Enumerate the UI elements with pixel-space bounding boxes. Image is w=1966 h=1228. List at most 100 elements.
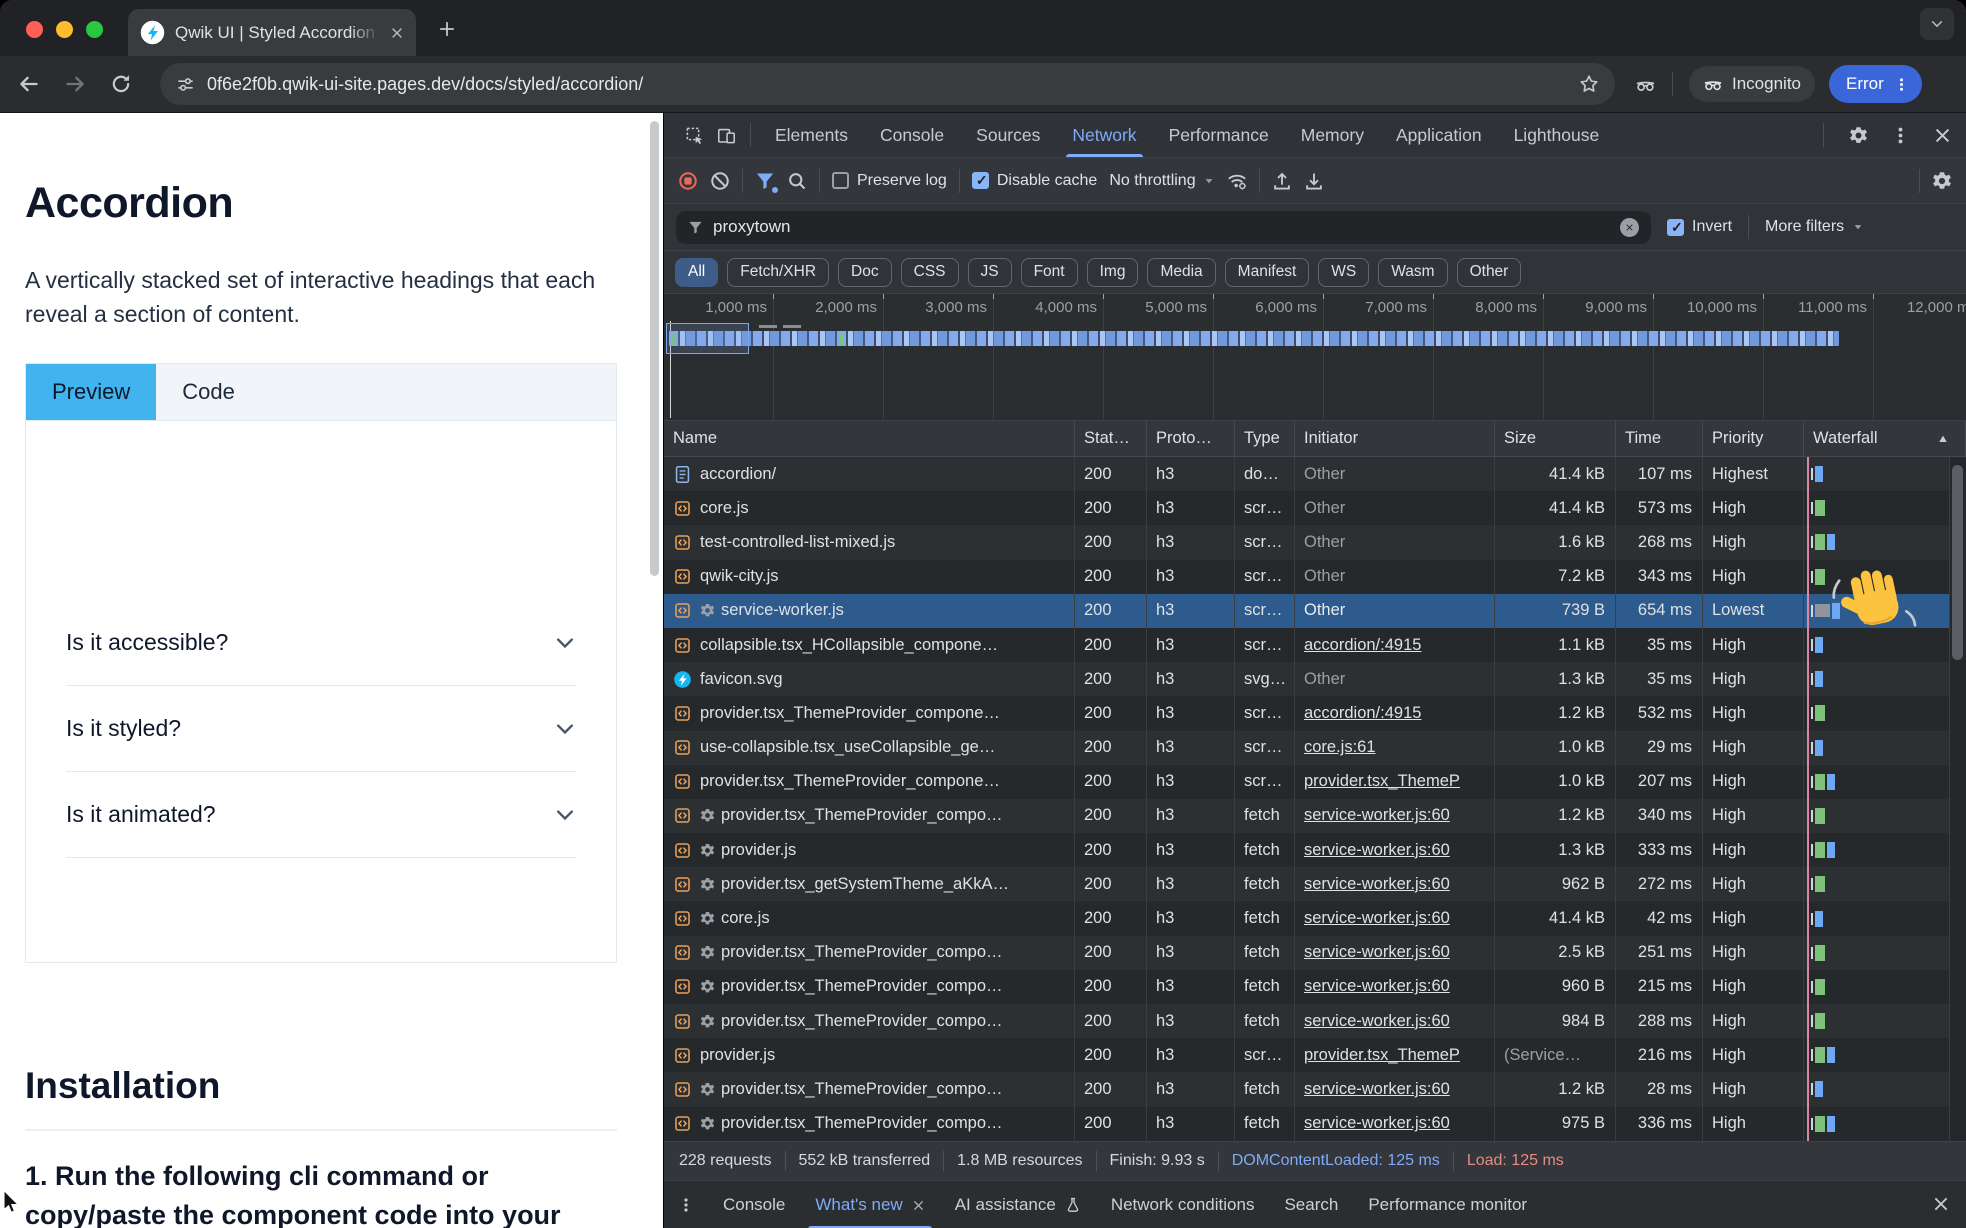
devtools-tab-sources[interactable]: Sources xyxy=(960,113,1056,157)
more-filters-dropdown[interactable]: More filters xyxy=(1765,218,1864,236)
filter-chip-font[interactable]: Font xyxy=(1021,258,1078,287)
network-request-row[interactable]: accordion/200h3do…Other41.4 kB107 msHigh… xyxy=(664,457,1966,491)
filter-chip-img[interactable]: Img xyxy=(1087,258,1139,287)
filter-chip-wasm[interactable]: Wasm xyxy=(1378,258,1447,287)
search-network-button[interactable] xyxy=(787,171,807,191)
maximize-window-button[interactable] xyxy=(86,21,103,38)
network-request-row[interactable]: favicon.svg200h3svg…Other1.3 kB35 msHigh xyxy=(664,662,1966,696)
filter-toggle-button[interactable] xyxy=(755,171,775,191)
network-request-row[interactable]: provider.js200h3fetchservice-worker.js:6… xyxy=(664,833,1966,867)
site-settings-icon[interactable] xyxy=(176,75,195,94)
page-scrollbar-thumb[interactable] xyxy=(650,121,659,576)
disable-cache-checkbox[interactable] xyxy=(972,172,989,189)
forward-button[interactable] xyxy=(64,73,86,95)
request-initiator[interactable]: provider.tsx_ThemeP xyxy=(1304,772,1460,791)
request-initiator[interactable]: service-worker.js:60 xyxy=(1304,909,1450,928)
network-request-row[interactable]: provider.tsx_ThemeProvider_compo…200h3fe… xyxy=(664,1107,1966,1141)
column-header-time[interactable]: Time xyxy=(1616,421,1703,456)
filter-chip-fetch-xhr[interactable]: Fetch/XHR xyxy=(727,258,829,287)
export-har-button[interactable] xyxy=(1304,171,1324,191)
request-initiator[interactable]: service-worker.js:60 xyxy=(1304,943,1450,962)
drawer-close-button[interactable] xyxy=(1932,1195,1950,1213)
network-request-row[interactable]: qwik-city.js200h3scr…Other7.2 kB343 msHi… xyxy=(664,560,1966,594)
request-initiator[interactable]: service-worker.js:60 xyxy=(1304,1080,1450,1099)
clear-network-log-button[interactable] xyxy=(710,171,730,191)
network-request-row[interactable]: use-collapsible.tsx_useCollapsible_ge…20… xyxy=(664,731,1966,765)
throttling-dropdown[interactable]: No throttling xyxy=(1109,172,1214,190)
accordion-item[interactable]: Is it styled? xyxy=(66,686,576,772)
request-initiator[interactable]: service-worker.js:60 xyxy=(1304,841,1450,860)
close-tab-icon[interactable] xyxy=(390,26,404,40)
url-text[interactable]: 0f6e2f0b.qwik-ui-site.pages.dev/docs/sty… xyxy=(207,74,1567,95)
devtools-menu-button[interactable] xyxy=(1884,119,1916,151)
new-tab-button[interactable] xyxy=(438,20,456,38)
network-conditions-button[interactable] xyxy=(1227,171,1247,191)
browser-menu-kebab-icon[interactable] xyxy=(1894,77,1909,92)
network-request-row[interactable]: collapsible.tsx_HCollapsible_compone…200… xyxy=(664,628,1966,662)
request-initiator[interactable]: service-worker.js:60 xyxy=(1304,1012,1450,1031)
devtools-tab-elements[interactable]: Elements xyxy=(759,113,864,157)
network-request-row[interactable]: provider.tsx_ThemeProvider_compo…200h3fe… xyxy=(664,936,1966,970)
filter-chip-doc[interactable]: Doc xyxy=(838,258,892,287)
devtools-tab-application[interactable]: Application xyxy=(1380,113,1498,157)
devtools-tab-memory[interactable]: Memory xyxy=(1285,113,1380,157)
window-controls[interactable] xyxy=(26,21,103,38)
request-initiator[interactable]: core.js:61 xyxy=(1304,738,1376,757)
devtools-tab-performance[interactable]: Performance xyxy=(1153,113,1285,157)
column-header-stat[interactable]: Stat… xyxy=(1075,421,1147,456)
device-toolbar-button[interactable] xyxy=(710,119,742,151)
drawer-tab-console[interactable]: Console xyxy=(708,1181,800,1228)
network-request-row[interactable]: provider.tsx_ThemeProvider_compo…200h3fe… xyxy=(664,970,1966,1004)
record-network-log-button[interactable] xyxy=(678,171,698,191)
network-overview-timeline[interactable]: 1,000 ms2,000 ms3,000 ms4,000 ms5,000 ms… xyxy=(664,294,1966,421)
devtools-tab-network[interactable]: Network xyxy=(1056,113,1152,157)
extension-icon[interactable] xyxy=(1635,74,1656,95)
table-scrollbar-thumb[interactable] xyxy=(1952,465,1963,660)
bookmark-star-icon[interactable] xyxy=(1579,74,1599,94)
network-request-row[interactable]: provider.tsx_ThemeProvider_compone…200h3… xyxy=(664,696,1966,730)
network-request-row[interactable]: service-worker.js200h3scr…Other739 B654 … xyxy=(664,594,1966,628)
profile-error-button[interactable]: Error xyxy=(1829,65,1922,103)
tab-preview[interactable]: Preview xyxy=(26,364,156,420)
tab-list-dropdown-button[interactable] xyxy=(1920,8,1954,40)
filter-input[interactable]: proxytown xyxy=(676,211,1651,244)
devtools-tab-console[interactable]: Console xyxy=(864,113,960,157)
network-request-row[interactable]: provider.tsx_ThemeProvider_compo…200h3fe… xyxy=(664,1072,1966,1106)
accordion-item[interactable]: Is it animated? xyxy=(66,772,576,858)
disable-cache-toggle[interactable]: Disable cache xyxy=(972,172,1098,190)
request-initiator[interactable]: service-worker.js:60 xyxy=(1304,875,1450,894)
clear-filter-button[interactable] xyxy=(1620,218,1639,237)
preserve-log-toggle[interactable]: Preserve log xyxy=(832,172,947,190)
network-request-row[interactable]: core.js200h3fetchservice-worker.js:6041.… xyxy=(664,901,1966,935)
network-settings-gear-icon[interactable] xyxy=(1932,171,1952,191)
back-button[interactable] xyxy=(18,73,40,95)
overview-selection-window[interactable] xyxy=(666,323,749,354)
drawer-tab-search[interactable]: Search xyxy=(1269,1181,1353,1228)
network-request-row[interactable]: test-controlled-list-mixed.js200h3scr…Ot… xyxy=(664,525,1966,559)
minimize-window-button[interactable] xyxy=(56,21,73,38)
filter-chip-ws[interactable]: WS xyxy=(1318,258,1369,287)
devtools-tab-lighthouse[interactable]: Lighthouse xyxy=(1498,113,1616,157)
request-initiator[interactable]: service-worker.js:60 xyxy=(1304,1114,1450,1133)
drawer-tab-performance-monitor[interactable]: Performance monitor xyxy=(1353,1181,1542,1228)
filter-chip-other[interactable]: Other xyxy=(1457,258,1522,287)
drawer-menu-kebab-icon[interactable] xyxy=(678,1197,694,1213)
request-initiator[interactable]: provider.tsx_ThemeP xyxy=(1304,1046,1460,1065)
drawer-tab-what-s-new[interactable]: What's new xyxy=(800,1181,939,1228)
column-header-proto[interactable]: Proto… xyxy=(1147,421,1235,456)
filter-chip-css[interactable]: CSS xyxy=(901,258,959,287)
filter-query-text[interactable]: proxytown xyxy=(713,217,1610,237)
drawer-tab-network-conditions[interactable]: Network conditions xyxy=(1096,1181,1270,1228)
browser-tab[interactable]: Qwik UI | Styled Accordion Co xyxy=(128,9,416,56)
filter-chip-media[interactable]: Media xyxy=(1147,258,1215,287)
network-request-row[interactable]: provider.tsx_ThemeProvider_compone…200h3… xyxy=(664,765,1966,799)
close-window-button[interactable] xyxy=(26,21,43,38)
filter-chip-all[interactable]: All xyxy=(675,258,718,287)
filter-chip-js[interactable]: JS xyxy=(968,258,1012,287)
network-request-row[interactable]: provider.tsx_ThemeProvider_compo…200h3fe… xyxy=(664,1004,1966,1038)
table-scrollbar-track[interactable] xyxy=(1949,457,1966,1141)
reload-button[interactable] xyxy=(110,73,132,95)
invert-filter-toggle[interactable]: Invert xyxy=(1667,218,1732,236)
accordion-item[interactable]: Is it accessible? xyxy=(66,600,576,686)
import-har-button[interactable] xyxy=(1272,171,1292,191)
